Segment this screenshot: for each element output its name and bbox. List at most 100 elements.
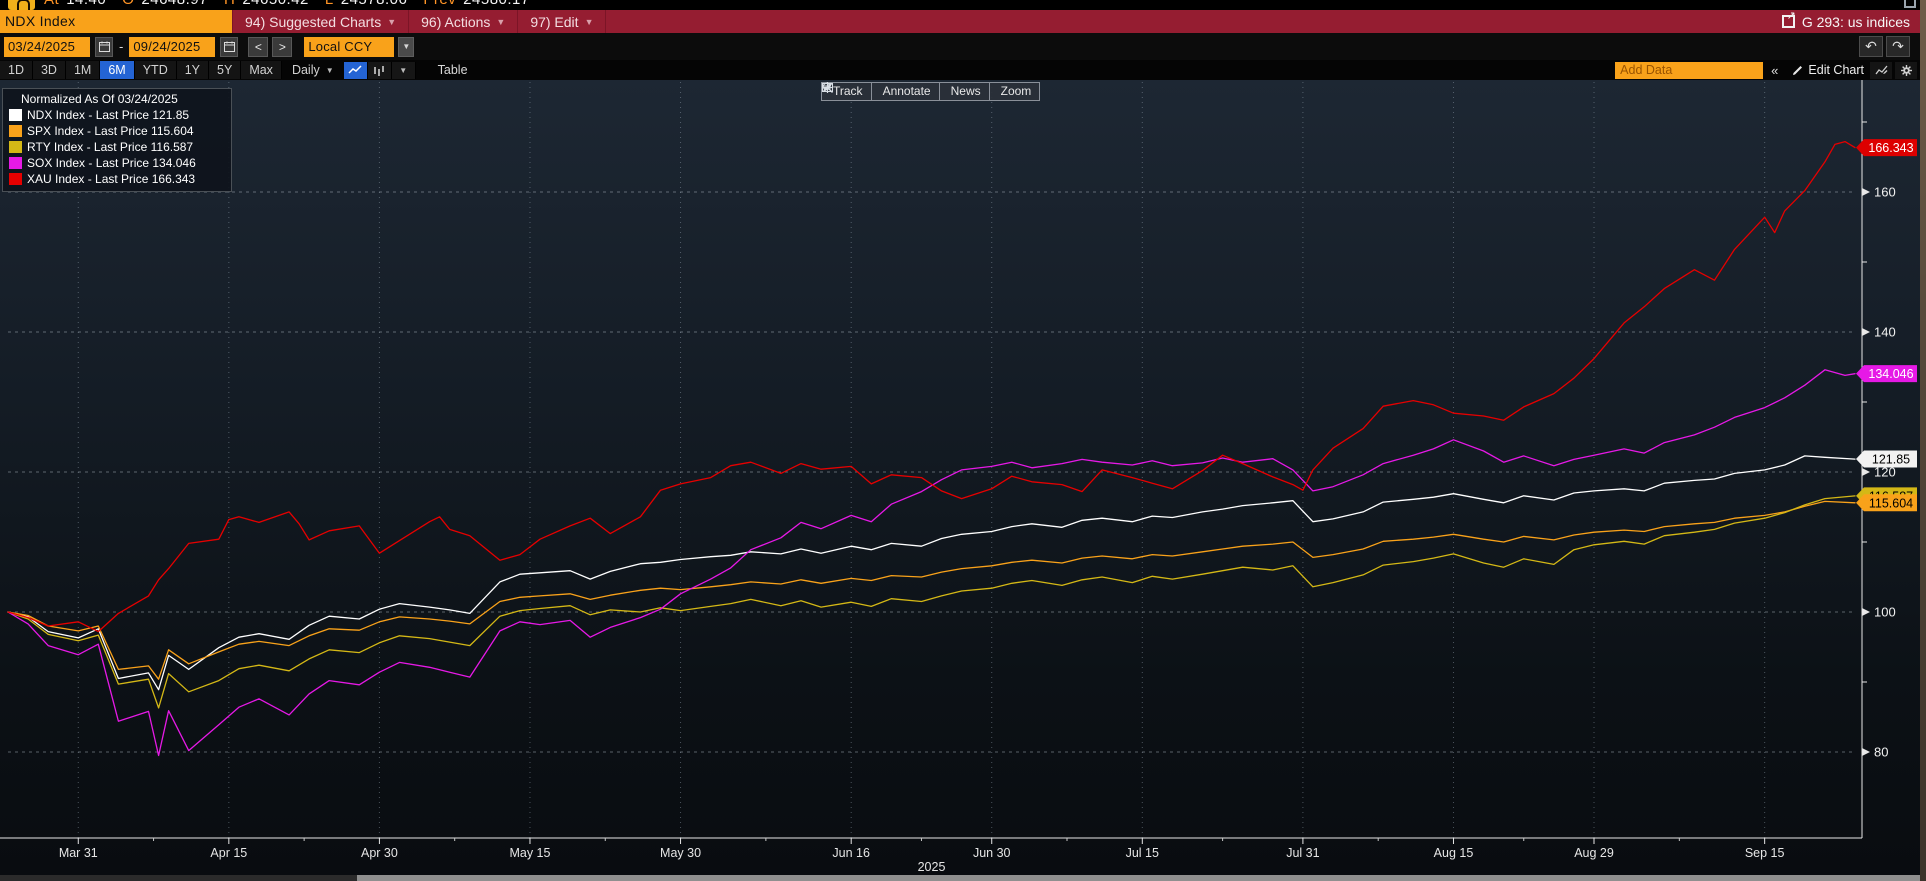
range-tab-3d[interactable]: 3D (33, 61, 66, 79)
series-rty (8, 496, 1855, 708)
range-tab-1m[interactable]: 1M (66, 61, 100, 79)
bottom-strip (0, 875, 1920, 881)
legend-item-4[interactable]: XAU Index - Last Price 166.343 (9, 172, 225, 186)
menu-item-0[interactable]: 94) Suggested Charts ▼ (232, 10, 409, 33)
chart-float-toolbar: TrackAnnotateNewsZoom (822, 82, 1040, 101)
news-label: News (951, 84, 981, 98)
period-dropdown[interactable]: Daily ▼ (282, 61, 344, 79)
legend-swatch (9, 125, 22, 137)
low-label: L (325, 0, 334, 8)
prev-value: 24580.17 (463, 0, 530, 8)
series-sox (8, 370, 1855, 756)
menu-item-label: 96) Actions (421, 14, 490, 30)
y-axis-label: 140 (1874, 325, 1896, 340)
chart-area[interactable]: Mar 31Apr 15Apr 30May 15May 30Jun 16Jun … (0, 80, 1920, 875)
x-axis-label: Apr 15 (210, 846, 247, 860)
x-axis-label: May 15 (509, 846, 550, 860)
date-from-input[interactable]: 03/24/2025 (4, 37, 90, 57)
undo-button[interactable]: ↶ (1859, 36, 1883, 57)
open-label: O (122, 0, 134, 8)
x-axis-label: Jul 31 (1286, 846, 1319, 860)
bottom-strip-right (357, 875, 1920, 881)
calendar-to-icon[interactable] (220, 37, 238, 57)
y-axis-label: 160 (1874, 185, 1896, 200)
zoom-button[interactable]: Zoom (989, 82, 1041, 101)
chart-settings-icon[interactable] (1870, 62, 1892, 79)
x-axis-label: Jun 16 (832, 846, 870, 860)
chevron-down-icon: ▼ (585, 17, 594, 27)
range-tab-6m[interactable]: 6M (100, 61, 134, 79)
prev-label: Prev (423, 0, 456, 8)
chart-canvas[interactable]: Mar 31Apr 15Apr 30May 15May 30Jun 16Jun … (0, 80, 1920, 875)
legend-label: RTY Index - Last Price 116.587 (27, 140, 193, 154)
range-tab-ytd[interactable]: YTD (135, 61, 177, 79)
range-tab-1d[interactable]: 1D (0, 61, 33, 79)
range-tab-max[interactable]: Max (241, 61, 282, 79)
add-data-input[interactable]: Add Data (1615, 62, 1763, 79)
security-flag-icon (8, 0, 35, 10)
high-label: H (224, 0, 235, 8)
news-button[interactable]: News (939, 82, 990, 101)
chart-toolbar-row: 1D3D1M6MYTD1Y5YMax Daily ▼ ▼ Table Add D… (0, 60, 1920, 80)
window-corner-icon[interactable] (1904, 0, 1916, 8)
menu-items: 94) Suggested Charts▼96) Actions▼97) Edi… (232, 10, 606, 33)
zoom-label: Zoom (1001, 84, 1032, 98)
legend-item-0[interactable]: NDX Index - Last Price 121.85 (9, 108, 225, 122)
annotate-button[interactable]: Annotate (871, 82, 940, 101)
chart-legend: Normalized As Of 03/24/2025 NDX Index - L… (2, 88, 232, 192)
legend-swatch (9, 173, 22, 185)
currency-dropdown-icon[interactable]: ▼ (398, 37, 414, 57)
bloomberg-terminal-window: At14:40O24648.97H24650.42L24578.06Prev24… (0, 0, 1920, 881)
chevron-down-icon: ▼ (326, 66, 334, 75)
legend-title: Normalized As Of 03/24/2025 (9, 92, 225, 106)
x-axis-label: May 30 (660, 846, 701, 860)
annotate-label: Annotate (883, 84, 931, 98)
x-axis-year-label: 2025 (918, 860, 946, 874)
legend-item-1[interactable]: SPX Index - Last Price 115.604 (9, 124, 225, 138)
x-axis-label: Jun 30 (973, 846, 1011, 860)
edit-chart-button[interactable]: Edit Chart (1786, 63, 1870, 77)
price-badge-value: 121.85 (1872, 453, 1910, 467)
menu-bar: NDX Index 94) Suggested Charts▼96) Actio… (0, 10, 1920, 33)
menu-item-1[interactable]: 96) Actions ▼ (409, 10, 518, 33)
menu-item-label: 94) Suggested Charts (245, 14, 381, 30)
series-ndx (8, 456, 1855, 690)
table-button[interactable]: Table (426, 61, 480, 79)
range-tab-1y[interactable]: 1Y (177, 61, 209, 79)
chart-type-dropdown-icon[interactable]: ▼ (392, 62, 416, 79)
security-input[interactable]: NDX Index (0, 10, 232, 33)
gear-icon[interactable] (1895, 62, 1917, 79)
chart-title-label: G 293: us indices (1802, 14, 1910, 30)
series-xau (8, 142, 1855, 632)
date-range-separator: - (117, 39, 125, 54)
range-tab-5y[interactable]: 5Y (209, 61, 241, 79)
launch-external-icon[interactable] (1782, 15, 1795, 28)
legend-item-2[interactable]: RTY Index - Last Price 116.587 (9, 140, 225, 154)
legend-label: SPX Index - Last Price 115.604 (27, 124, 194, 138)
period-label: Daily (292, 63, 320, 77)
pencil-icon (1792, 65, 1803, 76)
chevron-down-icon: ▼ (387, 17, 396, 27)
x-axis-label: Jul 15 (1126, 846, 1159, 860)
range-forward-button[interactable]: > (272, 37, 292, 57)
price-strip-text: At14:40O24648.97H24650.42L24578.06Prev24… (44, 0, 546, 8)
price-badge-value: 115.604 (1869, 496, 1913, 510)
calendar-from-icon[interactable] (95, 37, 113, 57)
x-axis-label: Apr 30 (361, 846, 398, 860)
y-axis-label: 100 (1874, 605, 1896, 620)
time-value: 14:40 (66, 0, 106, 8)
legend-item-3[interactable]: SOX Index - Last Price 134.046 (9, 156, 225, 170)
redo-button[interactable]: ↷ (1886, 36, 1910, 57)
menu-item-2[interactable]: 97) Edit▼ (518, 10, 606, 33)
legend-swatch (9, 109, 22, 121)
range-back-button[interactable]: < (248, 37, 268, 57)
range-tabs: 1D3D1M6MYTD1Y5YMax (0, 61, 282, 79)
collapse-panel-button[interactable]: « (1763, 63, 1786, 78)
bar-chart-type-button[interactable] (368, 62, 392, 79)
y-axis-label: 80 (1874, 745, 1888, 760)
currency-select[interactable]: Local CCY (304, 37, 394, 57)
chevron-down-icon: ▼ (496, 17, 505, 27)
date-to-input[interactable]: 09/24/2025 (129, 37, 215, 57)
x-axis-label: Aug 29 (1574, 846, 1614, 860)
line-chart-type-button[interactable] (344, 62, 368, 79)
